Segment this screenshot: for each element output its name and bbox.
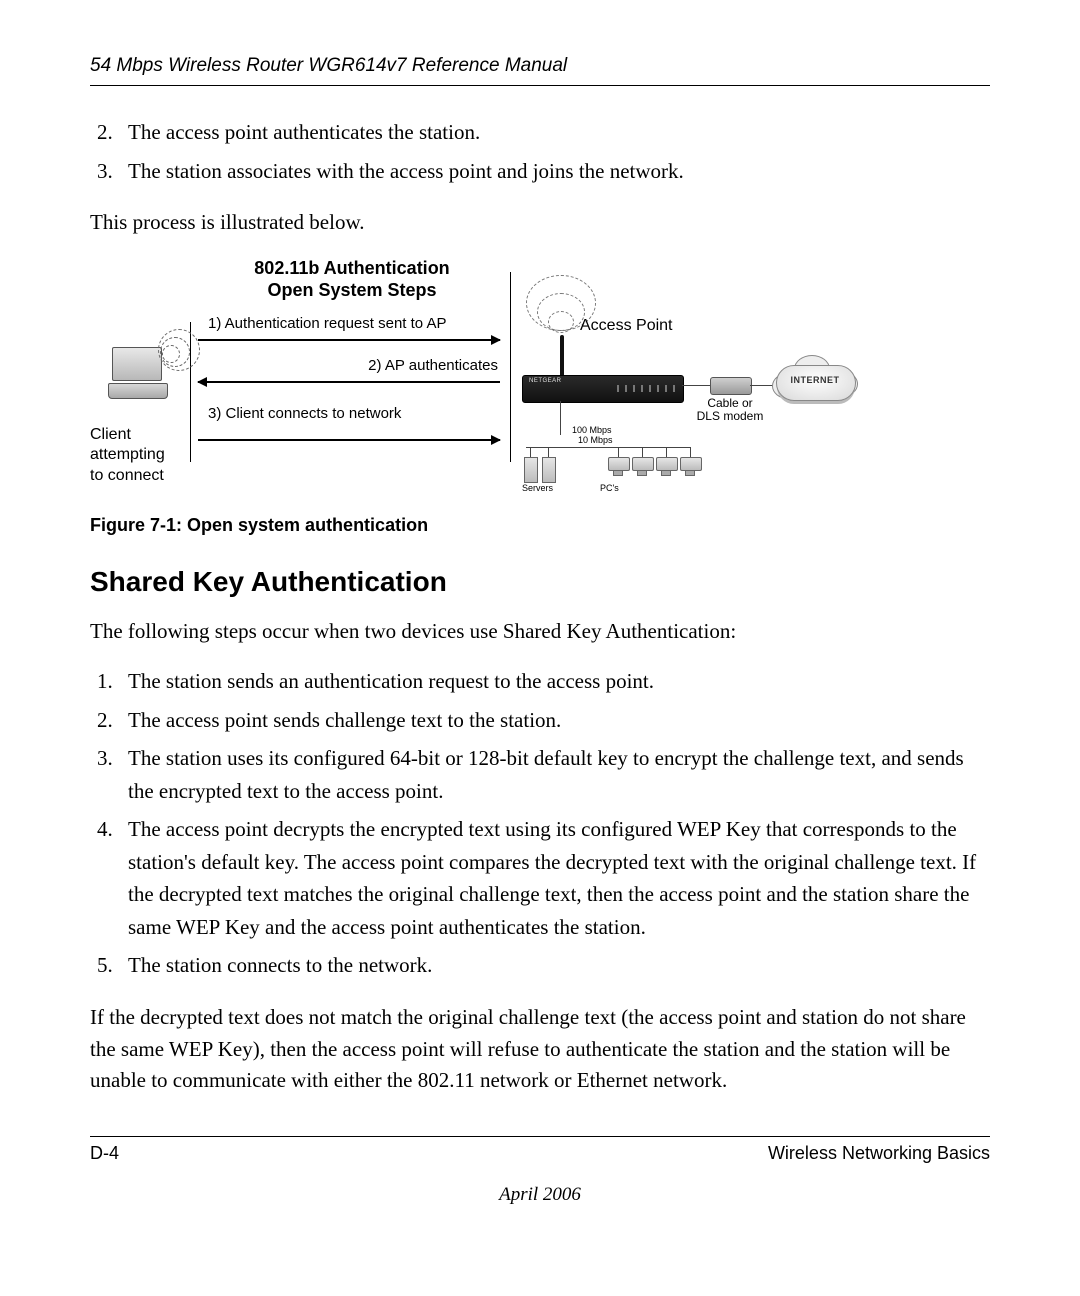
net-line xyxy=(666,447,667,457)
list-item: The station associates with the access p… xyxy=(118,155,990,188)
pc-icon xyxy=(632,457,652,473)
internet-label: INTERNET xyxy=(770,375,860,385)
router-icon xyxy=(522,375,684,403)
pcs-label: PC's xyxy=(600,483,619,493)
arrow-left-icon xyxy=(198,381,500,383)
client-label: Client attempting to connect xyxy=(90,425,200,487)
figure-title-line1: 802.11b Authentication xyxy=(254,258,449,278)
servers-label: Servers xyxy=(522,483,553,493)
footer-rule xyxy=(90,1136,990,1137)
steps-ordered-list: The station sends an authentication requ… xyxy=(90,665,990,982)
section-heading: Shared Key Authentication xyxy=(90,566,990,598)
list-item: The station sends an authentication requ… xyxy=(118,665,990,698)
arrow-right-icon xyxy=(198,439,500,441)
arrow-right-icon xyxy=(198,339,500,341)
net-speed-10: 10 Mbps xyxy=(578,435,613,445)
figure-step-1: 1) Authentication request sent to AP xyxy=(208,315,508,332)
figure-step-2: 2) AP authenticates xyxy=(208,357,498,374)
modem-label: Cable or DLS modem xyxy=(695,397,765,425)
footer-section-title: Wireless Networking Basics xyxy=(768,1143,990,1164)
list-item: The access point authenticates the stati… xyxy=(118,116,990,149)
page-number: D-4 xyxy=(90,1143,119,1164)
modem-label-l1: Cable or xyxy=(707,396,752,410)
client-label-l3: to connect xyxy=(90,467,164,484)
pc-icon xyxy=(656,457,676,473)
net-line xyxy=(642,447,643,457)
client-label-l2: attempting xyxy=(90,446,165,463)
list-item: The station uses its configured 64-bit o… xyxy=(118,742,990,807)
list-item: The access point sends challenge text to… xyxy=(118,704,990,737)
net-line xyxy=(530,447,531,457)
access-point-label: Access Point xyxy=(580,317,672,335)
modem-label-l2: DLS modem xyxy=(697,409,764,423)
net-line xyxy=(560,401,561,435)
net-line xyxy=(548,447,549,457)
intro-ordered-list: The access point authenticates the stati… xyxy=(90,116,990,187)
figure-title: 802.11b Authentication Open System Steps xyxy=(202,257,502,302)
pc-icon xyxy=(680,457,700,473)
intro-paragraph: This process is illustrated below. xyxy=(90,207,990,239)
footer-date: April 2006 xyxy=(90,1184,990,1206)
server-icon xyxy=(524,457,538,483)
page: 54 Mbps Wireless Router WGR614v7 Referen… xyxy=(0,0,1080,1296)
net-speed-100: 100 Mbps xyxy=(572,425,612,435)
antenna-icon xyxy=(560,335,564,377)
figure-open-system-auth: 802.11b Authentication Open System Steps… xyxy=(90,257,860,497)
figure-title-line2: Open System Steps xyxy=(267,280,436,300)
list-item: The station connects to the network. xyxy=(118,949,990,982)
internet-cloud-icon: INTERNET xyxy=(770,353,860,409)
pc-icon xyxy=(608,457,628,473)
figure-divider xyxy=(510,272,511,462)
figure-caption: Figure 7-1: Open system authentication xyxy=(90,515,990,536)
net-line xyxy=(618,447,619,457)
running-header: 54 Mbps Wireless Router WGR614v7 Referen… xyxy=(90,55,990,86)
closing-paragraph: If the decrypted text does not match the… xyxy=(90,1002,990,1097)
client-label-l1: Client xyxy=(90,426,131,443)
section-intro: The following steps occur when two devic… xyxy=(90,616,990,648)
wifi-waves-icon xyxy=(162,329,212,379)
modem-icon xyxy=(710,377,752,395)
page-footer: D-4 Wireless Networking Basics April 200… xyxy=(90,1136,990,1206)
cable-icon xyxy=(682,385,710,386)
list-item: The access point decrypts the encrypted … xyxy=(118,813,990,943)
figure-step-3: 3) Client connects to network xyxy=(208,405,498,422)
net-line xyxy=(690,447,691,457)
server-icon xyxy=(542,457,556,483)
